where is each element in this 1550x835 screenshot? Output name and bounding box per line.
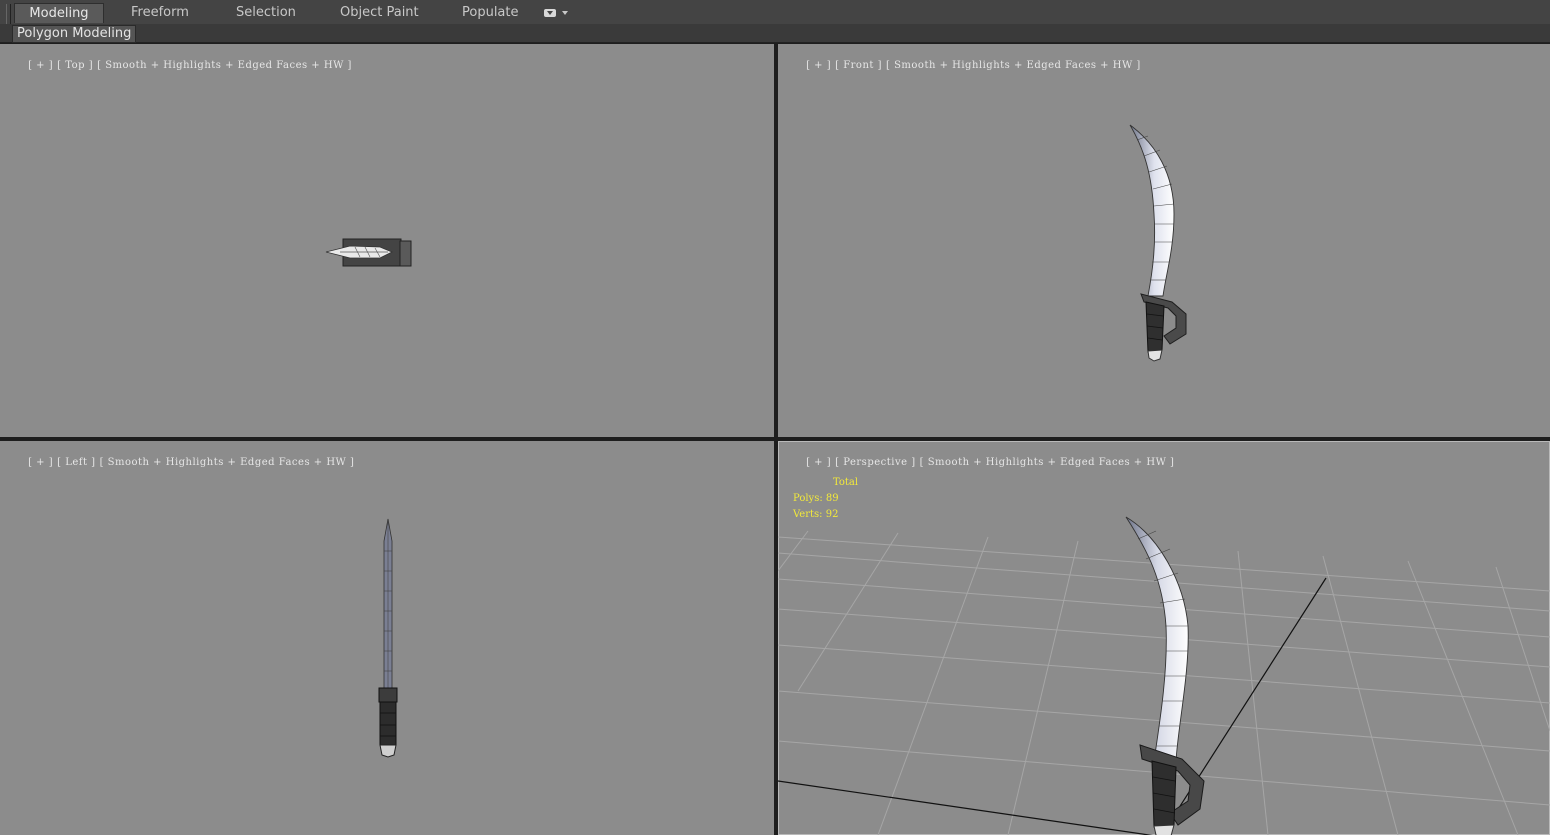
viewport-perspective[interactable]: [ + ][ Perspective ][ Smooth + Highlight… <box>778 441 1550 835</box>
viewport-left[interactable]: [ + ][ Left ][ Smooth + Highlights + Edg… <box>0 441 774 835</box>
chevron-down-icon <box>562 11 568 15</box>
polygon-modeling-panel[interactable]: Polygon Modeling <box>12 25 137 43</box>
viewport-area: [ + ][ Top ][ Smooth + Highlights + Edge… <box>0 43 1550 835</box>
sword-front-view <box>1129 124 1187 362</box>
tab-modeling[interactable]: Modeling <box>14 3 104 23</box>
viewport-top[interactable]: [ + ][ Top ][ Smooth + Highlights + Edge… <box>0 44 774 437</box>
tab-freeform[interactable]: Freeform <box>131 3 189 23</box>
perspective-scene <box>778 516 1550 835</box>
x-axis-line <box>778 780 1154 835</box>
viewport-front[interactable]: [ + ][ Front ][ Smooth + Highlights + Ed… <box>778 44 1550 437</box>
tab-object-paint[interactable]: Object Paint <box>340 3 419 23</box>
ribbon-options-dropdown[interactable] <box>542 7 570 19</box>
sword-left-view <box>378 518 398 758</box>
ribbon-tab-bar: Modeling Freeform Selection Object Paint… <box>0 0 1550 40</box>
ribbon-panel-row: Polygon Modeling <box>0 24 1550 43</box>
tab-selection[interactable]: Selection <box>236 3 296 23</box>
ribbon-options-icon <box>544 9 556 17</box>
tab-populate[interactable]: Populate <box>462 3 519 23</box>
sword-top-view <box>325 238 412 267</box>
